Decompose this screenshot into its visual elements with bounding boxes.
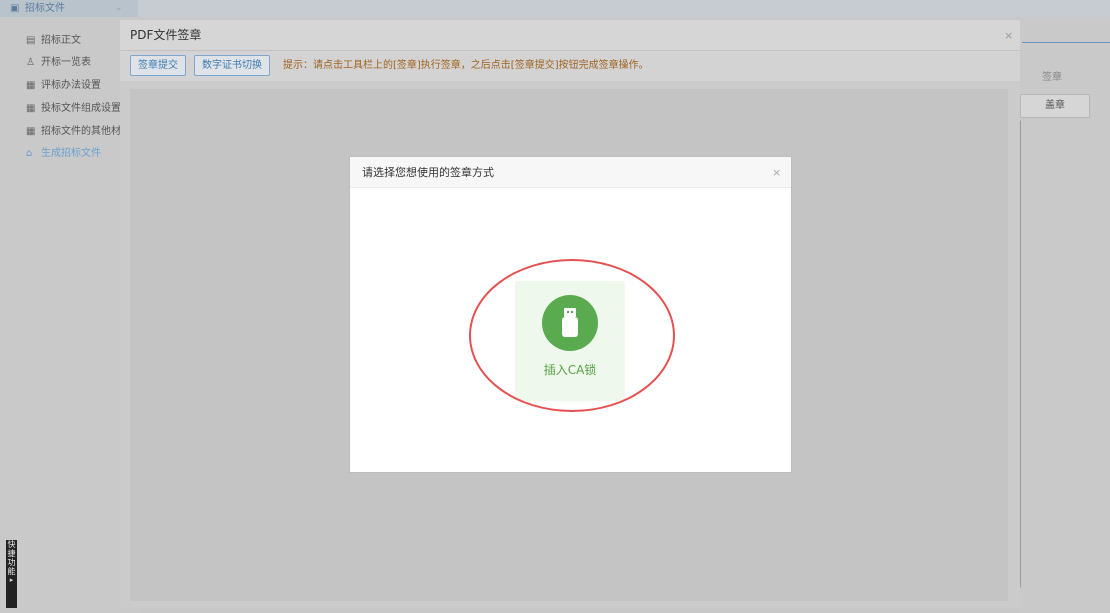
sidebar-item-label: 评标办法设置 <box>41 80 101 91</box>
grid-icon: ▦ <box>26 80 36 91</box>
pdf-panel-title: PDF文件签章 <box>130 28 202 42</box>
close-icon[interactable]: × <box>1004 20 1013 51</box>
switch-certificate-button[interactable]: 数字证书切换 <box>194 55 270 76</box>
sidebar-item-label: 生成招标文件 <box>41 148 101 159</box>
dialog-header: 请选择您想使用的签章方式 × <box>350 157 791 188</box>
document-icon: ▤ <box>26 35 36 46</box>
sidebar: ▣ 招标文件 ⌄ ▤ 招标正文 ♙ 开标一览表 ▦ 评标办法设置 ▦ 投标文件组… <box>0 0 138 613</box>
sidebar-header-bid-documents[interactable]: ▣ 招标文件 ⌄ <box>0 0 138 17</box>
insert-ca-key-option[interactable]: 插入CA锁 <box>515 281 625 401</box>
sidebar-item-bid-composition[interactable]: ▦ 投标文件组成设置 <box>0 98 138 120</box>
tab-underline <box>1022 42 1110 43</box>
pdf-panel-header: PDF文件签章 × <box>120 20 1020 51</box>
sidebar-item-label: 开标一览表 <box>41 57 91 68</box>
sidebar-item-label: 投标文件组成设置 <box>41 103 121 114</box>
quick-functions-tab[interactable]: 快捷功能 ▸ <box>6 540 17 608</box>
dialog-title: 请选择您想使用的签章方式 <box>362 166 494 179</box>
chevron-down-icon: ⌄ <box>115 3 123 13</box>
people-icon: ♙ <box>26 57 35 68</box>
sidebar-item-opening-list[interactable]: ♙ 开标一览表 <box>0 52 138 74</box>
quick-functions-label: 快捷功能 <box>7 540 16 576</box>
sidebar-item-evaluation-method[interactable]: ▦ 评标办法设置 <box>0 75 138 97</box>
caret-right-icon: ▸ <box>9 576 14 584</box>
column-header-sign: 签章 <box>1042 72 1062 83</box>
grid-icon: ▦ <box>26 103 36 114</box>
sidebar-item-other-materials[interactable]: ▦ 招标文件的其他材料 <box>0 121 138 143</box>
insert-ca-key-label: 插入CA锁 <box>543 363 597 377</box>
document-icon: ▣ <box>10 3 20 14</box>
signature-method-dialog: 请选择您想使用的签章方式 × 插入CA锁 <box>350 157 791 472</box>
generate-icon: ⌂ <box>26 148 33 159</box>
usb-key-icon <box>542 295 598 351</box>
submit-signature-button[interactable]: 签章提交 <box>130 55 186 76</box>
sidebar-item-label: 招标正文 <box>41 35 81 46</box>
app-top-bar <box>0 0 1110 17</box>
sidebar-item-generate-bid-document[interactable]: ⌂ 生成招标文件 <box>0 143 138 165</box>
sidebar-item-bid-text[interactable]: ▤ 招标正文 <box>0 30 138 52</box>
sidebar-item-label: 招标文件的其他材料 <box>41 126 131 137</box>
stamp-button[interactable]: 盖章 <box>1020 94 1090 118</box>
toolbar-hint: 提示：请点击工具栏上的[签章]执行签章，之后点击[签章提交]按钮完成签章操作。 <box>283 60 649 71</box>
sidebar-header-label: 招标文件 <box>25 3 65 14</box>
grid-icon: ▦ <box>26 126 36 137</box>
close-icon[interactable]: × <box>772 157 781 188</box>
pdf-toolbar: 签章提交 数字证书切换 提示：请点击工具栏上的[签章]执行签章，之后点击[签章提… <box>120 51 1020 81</box>
